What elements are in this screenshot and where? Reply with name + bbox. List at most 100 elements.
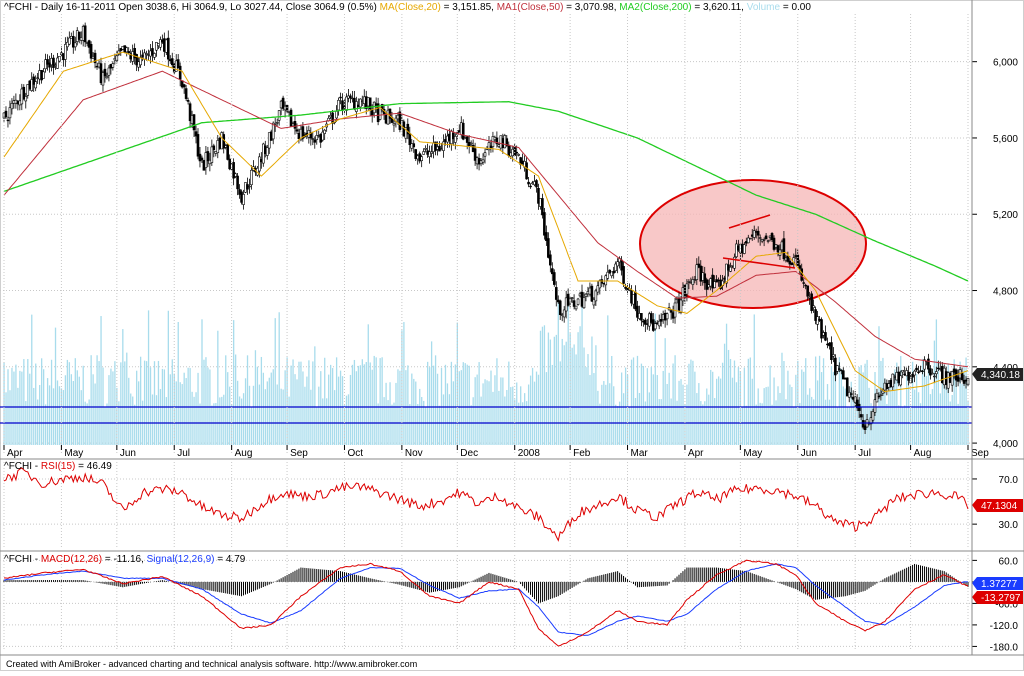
volume-bar [533, 381, 536, 445]
volume-bar [124, 361, 126, 445]
candle-body [192, 114, 196, 131]
candle-body [242, 194, 245, 205]
volume-bar [296, 379, 298, 445]
volume-bar [349, 374, 352, 445]
volume-bar [147, 310, 150, 445]
volume-bar [615, 404, 617, 445]
candle-body [335, 111, 338, 119]
x-tick-label: Apr [688, 448, 704, 459]
volume-bar [785, 399, 787, 445]
volume-bar [130, 393, 132, 445]
volume-bar [565, 341, 567, 445]
volume-bar [50, 359, 53, 445]
chart-window: Apr May Jun Jul Aug Sep Oct Nov Dec 2008 Feb Mar Apr… [0, 0, 1024, 671]
volume-bar [106, 403, 108, 445]
volume-bar [541, 326, 544, 445]
candle-body [465, 136, 469, 143]
macd-pane[interactable]: 60.00.0-60.0-120.0-180.0 ^FCHI - MACD(12… [0, 554, 1023, 653]
volume-bar [886, 403, 888, 445]
candle-body [258, 156, 261, 172]
volume-bar [787, 370, 789, 445]
candle-body [713, 281, 716, 288]
volume-bar [44, 404, 47, 445]
price-pane[interactable]: Apr May Jun Jul Aug Sep Oct Nov Dec 2008 Feb Mar Apr… [0, 2, 1023, 459]
volume-bar [765, 387, 767, 445]
volume-bar [476, 374, 478, 445]
volume-bar [155, 395, 158, 445]
candle-body [42, 71, 45, 79]
rsi-pane[interactable]: 70.0 30.0 ^FCHI - RSI(15) = 46.49 47.1304 [0, 461, 1023, 549]
candle-body [529, 185, 532, 188]
volume-bar [86, 403, 88, 445]
volume-bar [70, 374, 73, 445]
macd-last-value-labels: 1.37277 -13.2797 [972, 577, 1023, 604]
volume-bar [664, 338, 666, 445]
candle-body [454, 136, 457, 143]
volume-bar [925, 375, 928, 445]
volume-bar [96, 355, 98, 445]
volume-bar [438, 405, 441, 445]
volume-bar [134, 404, 136, 445]
volume-bar [811, 396, 813, 445]
candle-body [236, 175, 239, 190]
volume-bar [474, 377, 476, 445]
volume-bar [605, 384, 607, 445]
volume-bar [496, 358, 498, 445]
candle-body [558, 300, 562, 315]
volume-bar [725, 323, 728, 445]
candle-body [743, 244, 746, 254]
candle-body [931, 372, 934, 375]
volume-bar [333, 390, 336, 445]
volume-bar [407, 365, 409, 445]
candle-body [849, 393, 853, 395]
rsi-y-tick-label: 30.0 [999, 520, 1019, 531]
volume-bar [318, 386, 320, 445]
candle-body [200, 157, 204, 161]
volume-bar [486, 380, 488, 445]
volume-bar [294, 374, 296, 445]
volume-bar [753, 314, 755, 445]
volume-bar [547, 332, 550, 445]
volume-bar [759, 402, 761, 445]
volume-bar [678, 380, 680, 445]
volume-bar [56, 380, 59, 445]
volume-bar [941, 379, 943, 445]
volume-bar [335, 357, 338, 445]
volume-bar [830, 365, 833, 445]
volume-bar [694, 371, 696, 445]
volume-bar [351, 364, 354, 445]
volume-bar [820, 372, 823, 445]
volume-bar [846, 406, 848, 445]
volume-bar [33, 387, 35, 445]
volume-bar [508, 361, 510, 445]
candle-body [574, 305, 578, 310]
candle-body [345, 96, 348, 111]
candle-body [58, 55, 61, 62]
volume-bar [363, 364, 365, 445]
volume-bar [308, 360, 310, 445]
volume-bar [432, 365, 435, 445]
volume-bar [868, 387, 870, 445]
volume-bar [183, 372, 185, 445]
candle-body [877, 395, 881, 398]
volume-bar [814, 356, 817, 445]
candle-body [483, 152, 487, 157]
x-tick-label: Jun [120, 448, 136, 459]
volume-bar [595, 345, 597, 445]
volume-bar [880, 360, 882, 445]
volume-bar [878, 326, 880, 445]
candle-body [430, 151, 433, 154]
stock-chart[interactable]: Apr May Jun Jul Aug Sep Oct Nov Dec 2008 Feb Mar Apr… [0, 0, 1024, 671]
volume-bar [175, 381, 177, 445]
volume-bar [749, 357, 751, 445]
volume-bar [316, 407, 318, 445]
volume-bar [680, 379, 682, 445]
volume-bar [826, 384, 829, 445]
footer-credit: Created with AmiBroker - advanced charti… [6, 659, 418, 669]
volume-bar [860, 365, 862, 445]
candle-body [832, 354, 835, 357]
volume-bar [573, 344, 575, 445]
candle-body [830, 342, 833, 361]
candle-body [469, 142, 473, 145]
candle-body [657, 320, 661, 327]
